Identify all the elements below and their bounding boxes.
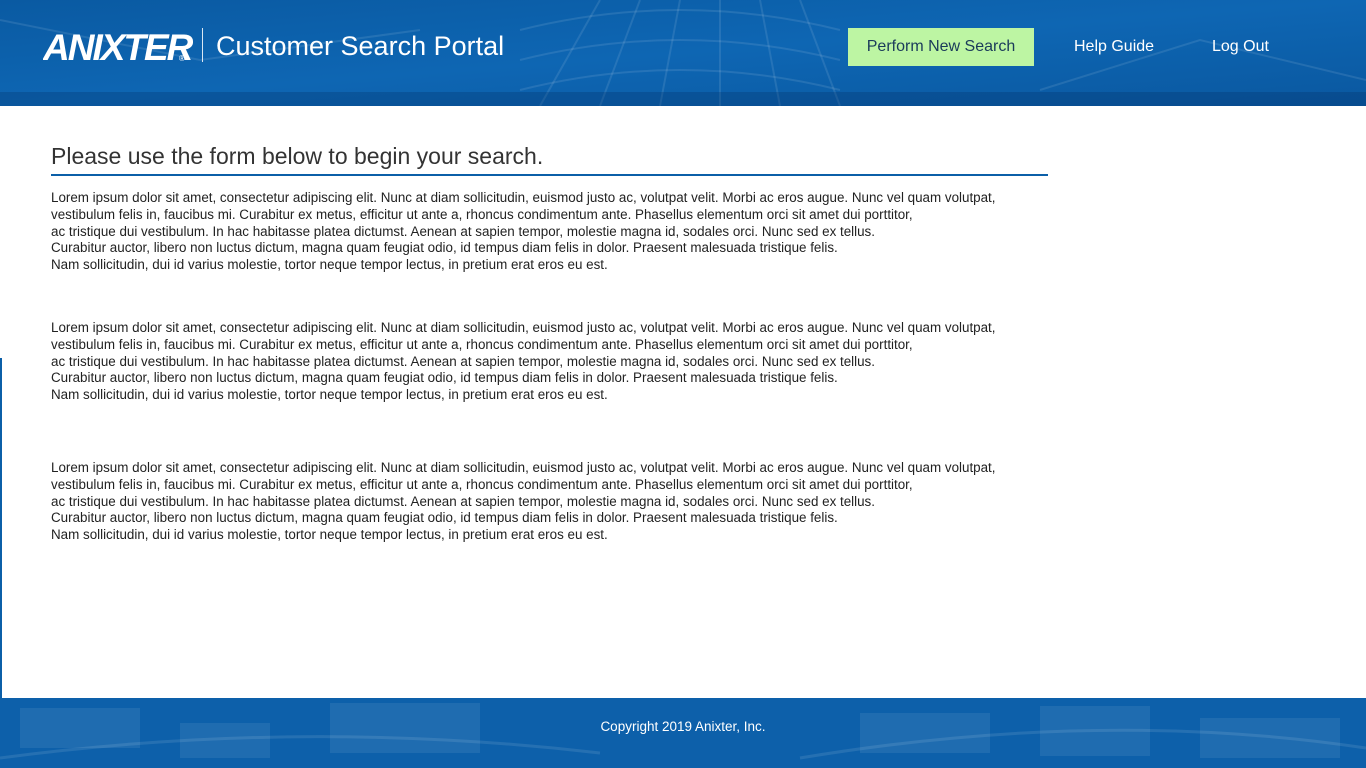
paragraph-line: Curabitur auctor, libero non luctus dict… [51,240,838,256]
intro-paragraph-1: Lorem ipsum dolor sit amet, consectetur … [51,190,1071,274]
paragraph-line: Lorem ipsum dolor sit amet, consectetur … [51,460,996,475]
logo-wordmark: ANIXTER [43,27,193,65]
paragraph-line: Lorem ipsum dolor sit amet, consectetur … [51,320,996,335]
logo-divider [202,28,203,62]
paragraph-line: vestibulum felis in, faucibus mi. Curabi… [51,336,913,352]
site-footer: Copyright 2019 Anixter, Inc. [0,698,1366,768]
paragraph-line: Curabitur auctor, libero non luctus dict… [51,370,838,386]
paragraph-line: Lorem ipsum dolor sit amet, consectetur … [51,190,996,205]
site-header: ANIXTER ® Customer Search Portal Perform… [0,0,1366,106]
paragraph-line: ac tristique dui vestibulum. In hac habi… [51,223,875,239]
log-out-link[interactable]: Log Out [1212,28,1269,66]
paragraph-line: Curabitur auctor, libero non luctus dict… [51,510,838,526]
main-content: Please use the form below to begin your … [0,106,1366,698]
left-accent-rule [0,358,2,698]
intro-paragraph-3: Lorem ipsum dolor sit amet, consectetur … [51,460,1071,544]
intro-paragraph-2: Lorem ipsum dolor sit amet, consectetur … [51,320,1071,404]
page-heading: Please use the form below to begin your … [51,143,544,169]
perform-new-search-button[interactable]: Perform New Search [848,28,1034,66]
heading-underline [51,174,1048,176]
paragraph-line: vestibulum felis in, faucibus mi. Curabi… [51,206,913,222]
paragraph-line: Nam sollicitudin, dui id varius molestie… [51,257,608,273]
copyright-text: Copyright 2019 Anixter, Inc. [600,719,766,734]
portal-title: Customer Search Portal [216,31,505,61]
paragraph-line: vestibulum felis in, faucibus mi. Curabi… [51,476,913,492]
header-background-image [0,0,1366,106]
paragraph-line: ac tristique dui vestibulum. In hac habi… [51,493,875,509]
anixter-logo: ANIXTER ® [43,27,193,65]
help-guide-link[interactable]: Help Guide [1074,28,1154,66]
paragraph-line: Nam sollicitudin, dui id varius molestie… [51,387,608,403]
paragraph-line: ac tristique dui vestibulum. In hac habi… [51,353,875,369]
paragraph-line: Nam sollicitudin, dui id varius molestie… [51,527,608,543]
logo-registered-mark: ® [179,54,185,63]
